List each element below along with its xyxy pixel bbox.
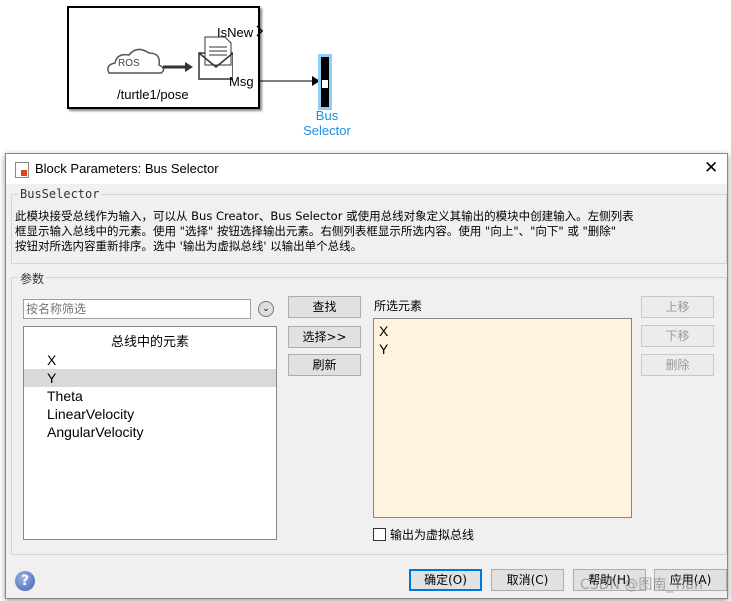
bus-selector-block[interactable]	[318, 54, 332, 110]
virtual-bus-label: 输出为虚拟总线	[390, 528, 475, 542]
delete-button[interactable]: 删除	[641, 354, 714, 376]
dialog-title: Block Parameters: Bus Selector	[35, 161, 219, 176]
bus-selector-label: Bus Selector	[303, 108, 351, 138]
bus-label-2: Selector	[303, 123, 351, 138]
bus-elements-list[interactable]: 总线中的元素 X Y Theta LinearVelocity AngularV…	[23, 326, 277, 540]
virtual-bus-checkbox[interactable]	[373, 528, 386, 541]
bus-label-1: Bus	[315, 108, 339, 123]
selected-item[interactable]: X	[374, 322, 631, 340]
description-line: 框显示输入总线中的元素。使用 "选择" 按钮选择输出元素。右侧列表框显示所选内容…	[15, 224, 617, 238]
move-down-button[interactable]: 下移	[641, 325, 714, 347]
list-item[interactable]: X	[24, 351, 276, 369]
ok-button[interactable]: 确定(O)	[409, 569, 482, 591]
description-line: 此模块接受总线作为输入，可以从 Bus Creator、Bus Selector…	[15, 209, 634, 223]
title-bar: Block Parameters: Bus Selector ✕	[6, 154, 727, 184]
port-isnew: IsNew	[217, 25, 254, 40]
description-group: BusSelector 此模块接受总线作为输入，可以从 Bus Creator、…	[11, 187, 727, 264]
selected-elements-label: 所选元素	[374, 299, 423, 313]
list-item[interactable]: LinearVelocity	[24, 405, 276, 423]
watermark: CSDN @图南_Tian	[580, 577, 703, 593]
port-msg: Msg	[229, 74, 254, 89]
block-parameters-dialog: Block Parameters: Bus Selector ✕ BusSele…	[5, 153, 728, 599]
cancel-button[interactable]: 取消(C)	[491, 569, 564, 591]
simulink-icon	[15, 162, 29, 178]
list-item[interactable]: Y	[24, 369, 276, 387]
filter-input[interactable]	[23, 299, 251, 319]
close-icon[interactable]: ✕	[704, 158, 718, 178]
parameters-group-label: 参数	[18, 270, 47, 287]
ros-subscribe-block[interactable]: ROS /turtle1/pose IsNew Msg	[67, 6, 260, 109]
ros-label: ROS	[118, 58, 140, 69]
move-up-button[interactable]: 上移	[641, 296, 714, 318]
help-icon[interactable]: ?	[15, 571, 35, 591]
refresh-button[interactable]: 刷新	[288, 354, 361, 376]
description-text: 此模块接受总线作为输入，可以从 Bus Creator、Bus Selector…	[15, 209, 634, 254]
description-line: 按钮对所选内容重新排序。选中 '输出为虚拟总线' 以输出单个总线。	[15, 239, 363, 253]
selected-item[interactable]: Y	[374, 340, 631, 358]
description-group-label: BusSelector	[18, 187, 102, 201]
selected-elements-list[interactable]: X Y	[373, 318, 632, 518]
select-button[interactable]: 选择>>	[288, 326, 361, 348]
list-item[interactable]: Theta	[24, 387, 276, 405]
list-header: 总线中的元素	[110, 335, 189, 350]
topic-label: /turtle1/pose	[117, 87, 189, 102]
list-item[interactable]: AngularVelocity	[24, 423, 276, 441]
signal-lines	[256, 25, 320, 86]
find-button[interactable]: 查找	[288, 296, 361, 318]
filter-options-icon[interactable]: ⌄	[258, 301, 274, 317]
